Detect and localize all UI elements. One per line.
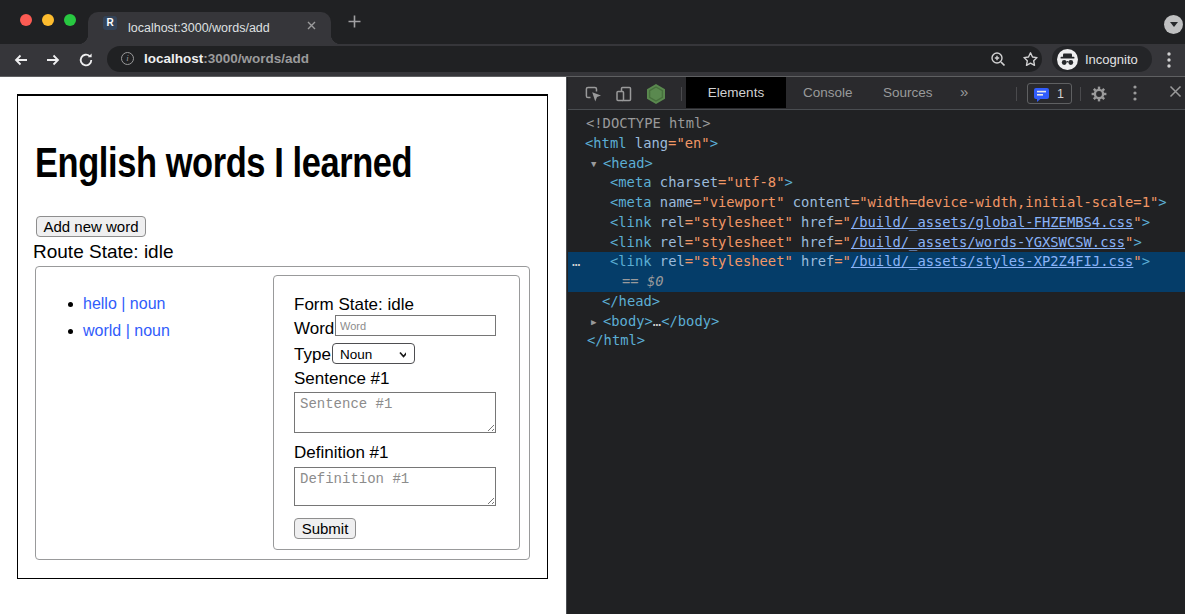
- issues-count: 1: [1057, 87, 1064, 101]
- submit-button[interactable]: Submit: [294, 518, 356, 539]
- tab-elements-label: Elements: [686, 85, 786, 100]
- toolbar-separator: [1080, 87, 1081, 101]
- definition-input[interactable]: [294, 467, 496, 506]
- devtools-code-line[interactable]: </html>: [568, 331, 1185, 351]
- incognito-icon: [1057, 49, 1078, 70]
- browser-tab[interactable]: R localhost:3000/words/add: [88, 12, 331, 44]
- page-content: English words I learned Add new word Rou…: [0, 77, 566, 614]
- more-tabs-icon[interactable]: »: [960, 83, 968, 100]
- devtools-code-line[interactable]: </head>: [568, 292, 1185, 312]
- page-title: English words I learned: [35, 141, 412, 185]
- form-state-text: Form State: idle: [294, 295, 414, 315]
- devtools-code-line[interactable]: <link rel="stylesheet" href="/build/_ass…: [568, 233, 1185, 253]
- word-label: Word: [294, 319, 334, 339]
- toolbar-separator: [1016, 87, 1017, 101]
- devtools-code-line[interactable]: ▼<head>: [568, 154, 1185, 174]
- tab-sources[interactable]: Sources: [883, 85, 933, 100]
- bullet-icon: [68, 302, 73, 307]
- tab-close-icon[interactable]: [307, 21, 316, 30]
- tab-strip: R localhost:3000/words/add: [0, 0, 1185, 44]
- devtools-close-icon[interactable]: [1169, 85, 1182, 98]
- back-button[interactable]: [12, 51, 30, 69]
- devtools-code-line[interactable]: <link rel="stylesheet" href="/build/_ass…: [568, 213, 1185, 233]
- download-caret-icon: [1170, 22, 1178, 27]
- type-select-value: Noun: [340, 346, 372, 363]
- expand-arrow-icon[interactable]: ▼: [591, 155, 596, 175]
- add-new-word-button[interactable]: Add new word: [36, 216, 146, 237]
- devtools-code-line[interactable]: <meta name="viewport" content="width=dev…: [568, 193, 1185, 213]
- issues-bubble-icon: [1033, 87, 1051, 103]
- maximize-window-button[interactable]: [64, 14, 76, 26]
- word-list-item: hello | noun: [83, 291, 170, 318]
- zoom-icon[interactable]: [990, 51, 1007, 68]
- incognito-label: Incognito: [1085, 52, 1138, 67]
- issues-counter[interactable]: 1: [1027, 83, 1072, 104]
- devtools-code-line[interactable]: …<link rel="stylesheet" href="/build/_as…: [568, 252, 1185, 272]
- toolbar-separator: [681, 87, 682, 101]
- incognito-badge: Incognito: [1052, 46, 1152, 72]
- browser-toolbar: i localhost:3000/words/add Incognito: [0, 44, 1185, 77]
- chevron-down-icon: [399, 351, 406, 358]
- word-input[interactable]: [335, 315, 496, 336]
- devtools-code: <!DOCTYPE html><html lang="en">▼<head><m…: [568, 114, 1185, 351]
- reload-button[interactable]: [77, 51, 95, 69]
- type-label: Type: [294, 345, 331, 365]
- forward-button[interactable]: [44, 51, 62, 69]
- minimize-window-button[interactable]: [42, 14, 54, 26]
- new-tab-button[interactable]: [348, 15, 361, 28]
- inspect-element-icon[interactable]: [583, 84, 603, 104]
- sentence-input[interactable]: [294, 392, 496, 433]
- remix-favicon: R: [103, 16, 117, 30]
- bookmark-star-icon[interactable]: [1022, 51, 1039, 68]
- sentence-label: Sentence #1: [294, 369, 389, 389]
- type-select[interactable]: Noun: [332, 343, 415, 364]
- tab-elements[interactable]: Elements: [686, 77, 786, 108]
- devtools-menu-icon[interactable]: [1133, 84, 1137, 102]
- bullet-icon: [68, 329, 73, 334]
- page-info-icon[interactable]: i: [121, 52, 134, 65]
- word-link[interactable]: world | noun: [83, 322, 170, 339]
- close-window-button[interactable]: [20, 14, 32, 26]
- settings-gear-icon[interactable]: [1091, 86, 1107, 102]
- address-bar[interactable]: i localhost:3000/words/add: [107, 46, 1042, 72]
- devtools-code-line[interactable]: == $0: [568, 272, 1185, 292]
- word-link[interactable]: hello | noun: [83, 295, 165, 312]
- device-toolbar-icon[interactable]: [614, 84, 634, 104]
- devtools-code-line[interactable]: ▶<body>…</body>: [568, 312, 1185, 332]
- download-button[interactable]: [1164, 15, 1183, 34]
- word-list-item: world | noun: [83, 318, 170, 345]
- tab-title: localhost:3000/words/add: [128, 21, 270, 35]
- devtools-panel: Elements Console Sources » 1: [566, 77, 1185, 614]
- url-text: localhost:3000/words/add: [144, 51, 309, 66]
- route-state-text: Route State: idle: [33, 240, 173, 264]
- extension-hexagon-icon[interactable]: [645, 83, 667, 105]
- definition-label: Definition #1: [294, 443, 389, 463]
- words-list: hello | noun world | noun: [83, 291, 170, 344]
- add-word-form: Form State: idle Word Type Noun Sentence…: [273, 275, 520, 550]
- devtools-code-line[interactable]: <html lang="en">: [568, 134, 1185, 154]
- code-line-ellipsis[interactable]: …: [572, 252, 579, 272]
- devtools-code-line[interactable]: <meta charset="utf-8">: [568, 173, 1185, 193]
- devtools-toolbar: Elements Console Sources » 1: [568, 77, 1185, 110]
- expand-arrow-icon[interactable]: ▶: [591, 313, 596, 333]
- browser-menu-icon[interactable]: [1167, 51, 1171, 69]
- tab-console[interactable]: Console: [803, 85, 853, 100]
- devtools-code-line[interactable]: <!DOCTYPE html>: [568, 114, 1185, 134]
